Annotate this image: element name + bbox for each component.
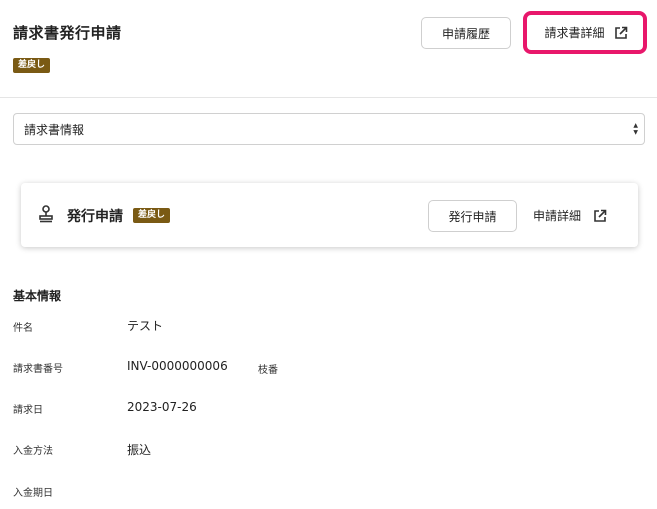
issue-application-label: 発行申請 [448,209,497,224]
invoice-date-value: 2023-07-26 [127,400,197,414]
invoice-number-label: 請求書番号 [13,364,63,375]
payment-method-value: 振込 [127,443,152,457]
card-title: 発行申請 [67,209,123,225]
basic-info-title: 基本情報 [13,289,62,303]
external-link-icon [614,26,627,39]
invoice-date-label: 請求日 [13,405,43,416]
application-detail-label: 申請詳細 [533,209,582,223]
card-status-badge: 差戻し [133,208,171,223]
status-badge: 差戻し [13,58,51,73]
branch-number-label: 枝番 [258,365,278,376]
section-select-value: 請求書情報 [24,122,85,137]
section-select[interactable]: 請求書情報 ▲ ▼ [13,113,645,145]
invoice-number-value: INV-0000000006 [127,359,228,373]
invoice-detail-button[interactable]: 請求書詳細 [523,11,647,54]
subject-label: 件名 [13,323,33,334]
application-history-button[interactable]: 申請履歴 [421,17,511,49]
header-divider [0,97,657,98]
issue-application-card: 発行申請 差戻し 発行申請 申請詳細 [21,183,638,247]
select-arrows-icon: ▲ ▼ [633,122,638,136]
issue-application-button[interactable]: 発行申請 [428,200,517,232]
payment-due-label: 入金期日 [13,488,53,499]
invoice-detail-label: 請求書詳細 [544,26,605,40]
application-detail-link[interactable]: 申請詳細 [533,207,607,224]
stamp-icon [39,205,53,223]
page-title: 請求書発行申請 [13,24,122,42]
subject-value: テスト [127,319,164,333]
payment-method-label: 入金方法 [13,446,53,457]
external-link-icon [594,209,607,222]
application-history-label: 申請履歴 [441,26,490,41]
